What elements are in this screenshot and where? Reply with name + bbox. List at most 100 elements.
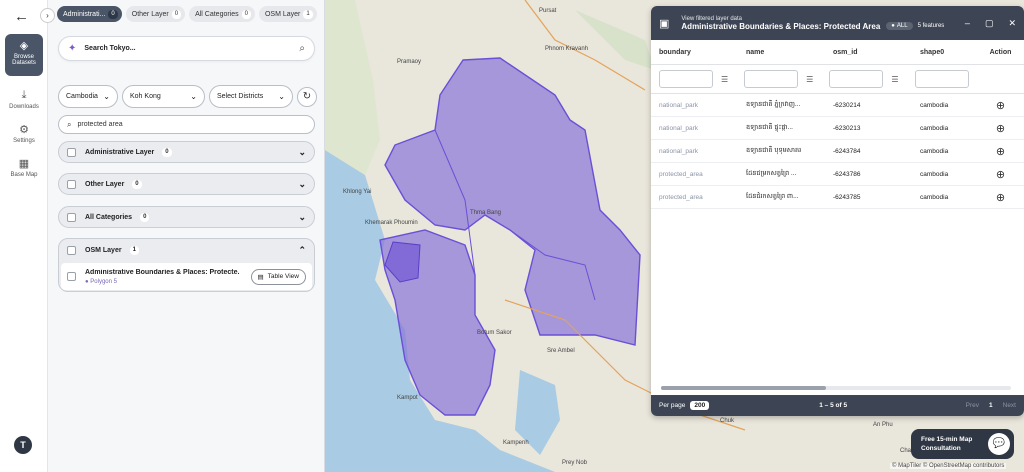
map-label: Prey Nob bbox=[562, 460, 588, 466]
refresh-icon[interactable]: ↻ bbox=[297, 86, 317, 107]
table-view-button[interactable]: ▤ Table View bbox=[250, 268, 306, 285]
column-header[interactable]: shape0 bbox=[912, 49, 977, 56]
zoom-in-icon[interactable]: ⊕ bbox=[977, 99, 1024, 112]
gear-icon: ⚙ bbox=[19, 124, 29, 136]
feature-count: 5 features bbox=[917, 23, 945, 29]
filter-icon[interactable]: ☰ bbox=[721, 75, 728, 84]
table-row[interactable]: protected_area ដែនជម្រកសត្វព្រៃ ... -624… bbox=[651, 163, 1024, 186]
district-select[interactable]: Select Districts ⌄ bbox=[209, 85, 293, 108]
consultation-button[interactable]: Free 15-min Map Consultation 💬 bbox=[911, 429, 1014, 459]
search-icon: ⌕ bbox=[67, 119, 72, 129]
layer-item[interactable]: Administrative Boundaries & Places: Prot… bbox=[61, 263, 312, 290]
tab-all-categories[interactable]: All Categories 0 bbox=[189, 6, 255, 22]
close-icon[interactable]: ✕ bbox=[1008, 18, 1016, 29]
cell-name: ដែនជម្រកសត្វព្រៃ ... bbox=[746, 169, 797, 177]
minimize-icon[interactable]: – bbox=[965, 18, 970, 29]
maximize-icon[interactable]: ▢ bbox=[985, 18, 994, 29]
map-label: An Phu bbox=[873, 422, 893, 428]
cell-name: ឧទ្យានជាតិ បុទុមសាគរ bbox=[746, 146, 802, 154]
layers-icon: ◈ bbox=[19, 40, 29, 52]
back-arrow-icon[interactable]: ← bbox=[14, 8, 29, 25]
next-button[interactable]: Next bbox=[1003, 402, 1016, 409]
chevron-down-icon[interactable]: ⌄ bbox=[298, 212, 306, 223]
cell-osm-id: -6243785 bbox=[833, 193, 861, 201]
group-all-categories[interactable]: All Categories 0 ⌄ bbox=[58, 206, 315, 228]
zoom-in-icon[interactable]: ⊕ bbox=[977, 145, 1024, 158]
filter-input[interactable] bbox=[914, 70, 969, 88]
column-header[interactable]: name bbox=[738, 49, 825, 56]
chevron-down-icon[interactable]: ⌄ bbox=[298, 179, 306, 190]
horizontal-scrollbar[interactable] bbox=[661, 386, 1011, 390]
search-placeholder: Search Tokyo... bbox=[84, 45, 136, 52]
layer-search-input[interactable]: ⌕ protected area bbox=[58, 115, 315, 134]
base-map-button[interactable]: ▦ Base Map bbox=[5, 152, 43, 194]
filter-icon[interactable]: ☰ bbox=[806, 75, 813, 84]
filter-input[interactable] bbox=[659, 70, 713, 88]
search-icon[interactable]: ⌕ bbox=[299, 43, 305, 54]
group-count: 1 bbox=[129, 246, 139, 255]
table-footer: Per page 200 1 – 5 of 5 Prev 1 Next bbox=[651, 395, 1024, 416]
table-row[interactable]: national_park ឧទ្យានជាតិ ផ្ទុះផ្កា... -6… bbox=[651, 117, 1024, 140]
download-icon: ⤓ bbox=[21, 89, 27, 101]
zoom-in-icon[interactable]: ⊕ bbox=[977, 168, 1024, 181]
group-osm-layer: OSM Layer 1 ⌃ Administrative Boundaries … bbox=[58, 238, 315, 292]
cell-osm-id: -6243786 bbox=[833, 170, 861, 178]
base-map-label: Base Map bbox=[10, 172, 38, 178]
all-badge[interactable]: ● ALL bbox=[886, 22, 913, 30]
zoom-in-icon[interactable]: ⊕ bbox=[977, 191, 1024, 204]
map-label: Phnom Kravanh bbox=[545, 46, 589, 52]
tab-label: Administrati... bbox=[63, 10, 106, 18]
group-other-layer[interactable]: Other Layer 0 ⌄ bbox=[58, 173, 315, 195]
checkbox[interactable] bbox=[67, 212, 76, 222]
province-select[interactable]: Koh Kong ⌄ bbox=[122, 85, 205, 108]
table-row[interactable]: national_park ឧទ្យានជាតិ បុទុមសាគរ -6243… bbox=[651, 140, 1024, 163]
checkbox[interactable] bbox=[67, 272, 76, 281]
checkbox[interactable] bbox=[67, 147, 76, 157]
filter-icon[interactable]: ☰ bbox=[891, 75, 898, 84]
per-page-select[interactable]: 200 bbox=[690, 401, 710, 410]
chevron-right-icon[interactable]: › bbox=[40, 8, 55, 23]
tab-administrative[interactable]: Administrati... 0 bbox=[57, 6, 122, 22]
checkbox[interactable] bbox=[67, 179, 76, 189]
page-range: 1 – 5 of 5 bbox=[819, 402, 848, 409]
map-label: Thma Bang bbox=[470, 210, 502, 216]
filter-input[interactable] bbox=[744, 70, 799, 88]
cell-boundary: national_park bbox=[659, 147, 699, 155]
table-header-bar: ▣ View filtered layer data Administrativ… bbox=[651, 6, 1024, 40]
map-label: Sre Ambel bbox=[547, 348, 575, 354]
chevron-down-icon: ⌄ bbox=[190, 92, 197, 101]
tab-other-layer[interactable]: Other Layer 0 bbox=[125, 6, 186, 22]
left-rail: ← ◈ Browse Datasets ⤓ Downloads ⚙ Settin… bbox=[0, 0, 48, 472]
cell-osm-id: -6230214 bbox=[833, 101, 861, 109]
map-attribution[interactable]: © MapTiler © OpenStreetMap contributors bbox=[890, 463, 1007, 469]
search-input[interactable]: ✦ Search Tokyo... ⌕ bbox=[58, 36, 315, 61]
prev-button[interactable]: Prev bbox=[966, 402, 979, 409]
tab-osm-layer[interactable]: OSM Layer 1 bbox=[258, 6, 317, 22]
osm-layer-header[interactable]: OSM Layer 1 ⌃ bbox=[59, 239, 314, 262]
checkbox[interactable] bbox=[67, 246, 76, 255]
cell-shape: cambodia bbox=[920, 170, 949, 178]
chat-icon[interactable]: 💬 bbox=[988, 433, 1010, 455]
chevron-down-icon[interactable]: ⌄ bbox=[298, 147, 306, 158]
table-row[interactable]: national_park ឧទ្យានជាតិ ភ្នំក្រវាញ... -… bbox=[651, 94, 1024, 117]
browse-datasets-button[interactable]: ◈ Browse Datasets bbox=[5, 34, 43, 76]
table-row[interactable]: protected_area ដែនជំរកសត្វព្រៃ ពា... -62… bbox=[651, 186, 1024, 209]
tab-label: OSM Layer bbox=[264, 10, 301, 18]
scrollbar-thumb[interactable] bbox=[661, 386, 826, 390]
column-header[interactable]: osm_id bbox=[825, 49, 912, 56]
layer-item-type: Polygon 5 bbox=[90, 278, 117, 285]
table-column-headers: boundary name osm_id shape0 Action bbox=[651, 40, 1024, 65]
column-header[interactable]: boundary bbox=[651, 49, 738, 56]
map-label: Botum Sakor bbox=[477, 330, 512, 336]
chevron-up-icon[interactable]: ⌃ bbox=[298, 245, 306, 256]
cell-shape: cambodia bbox=[920, 101, 949, 109]
filter-input[interactable] bbox=[829, 70, 884, 88]
map-label: Kampenh bbox=[503, 440, 529, 446]
avatar[interactable]: T bbox=[14, 436, 32, 454]
downloads-label: Downloads bbox=[9, 104, 39, 110]
country-select[interactable]: Cambodia ⌄ bbox=[58, 85, 118, 108]
zoom-in-icon[interactable]: ⊕ bbox=[977, 122, 1024, 135]
cell-shape: cambodia bbox=[920, 193, 949, 201]
tab-count: 0 bbox=[241, 9, 251, 19]
group-administrative-layer[interactable]: Administrative Layer 0 ⌄ bbox=[58, 141, 315, 163]
